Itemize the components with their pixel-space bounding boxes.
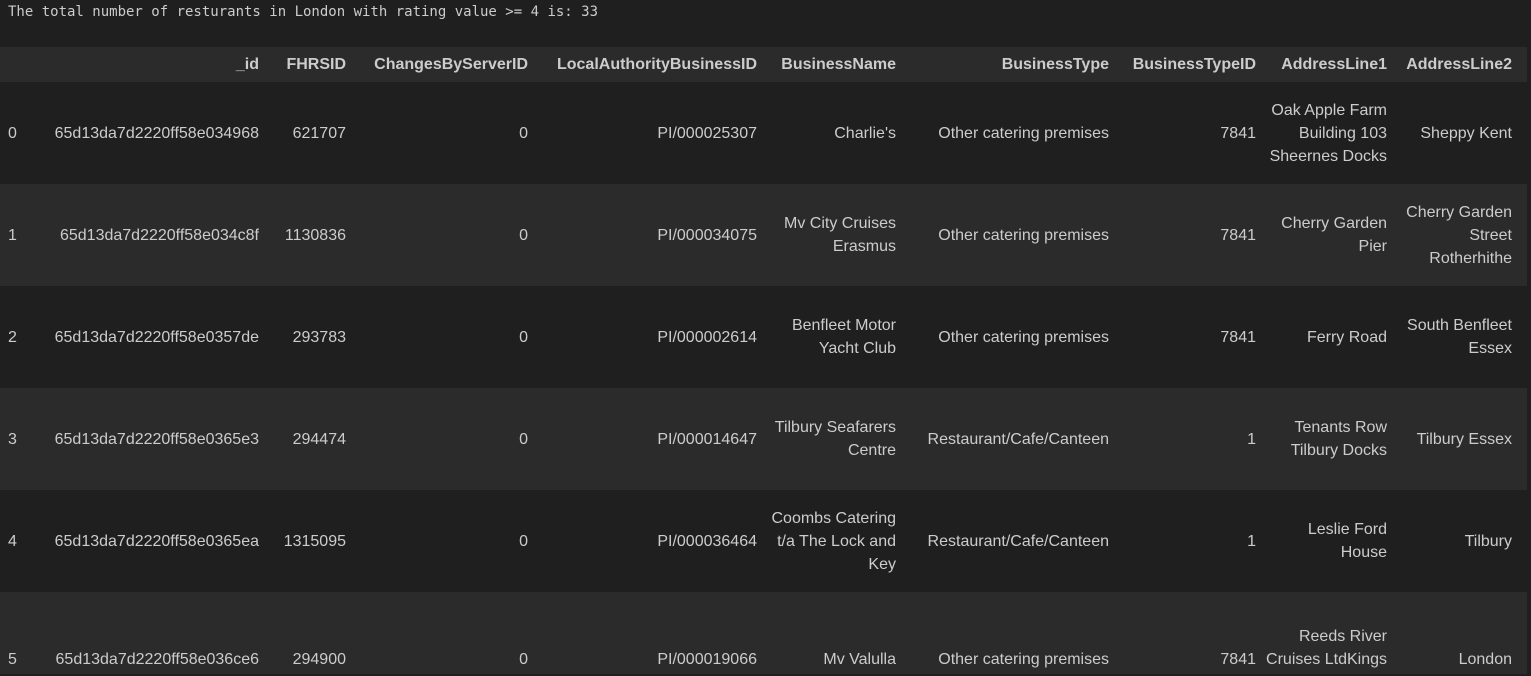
dataframe-output: _id FHRSID ChangesByServerID LocalAuthor…: [0, 47, 1531, 674]
cell-output: The total number of resturants in London…: [0, 0, 1531, 676]
cell-address-line-2: South Benfleet Essex: [1407, 317, 1512, 357]
cell-id: 65d13da7d2220ff58e034c8f: [59, 226, 259, 244]
cell-business-type-id: 7841: [1220, 124, 1256, 142]
cell-fhrsid: 294474: [292, 430, 346, 448]
cell-business-type: Other catering premises: [938, 328, 1109, 346]
cell-address-line-1: Ferry Road: [1306, 328, 1387, 346]
cell-id: 65d13da7d2220ff58e034968: [54, 124, 259, 142]
table-body: 0 65d13da7d2220ff58e034968 621707 0 PI/0…: [0, 82, 1527, 674]
cell-id: 65d13da7d2220ff58e036ce6: [55, 651, 259, 668]
cell-address-line-1: Reeds River Cruises LtdKings: [1266, 628, 1387, 668]
cell-fhrsid: 294900: [292, 651, 346, 668]
cell-business-name: Coombs Catering t/a The Lock and Key: [771, 509, 897, 573]
cell-business-name: Tilbury Seafarers Centre: [774, 419, 896, 459]
header-business-name: BusinessName: [781, 56, 896, 73]
table-row: 2 65d13da7d2220ff58e0357de 293783 0 PI/0…: [0, 286, 1527, 388]
cell-local-authority-business-id: PI/000014647: [657, 430, 757, 448]
cell-business-type: Other catering premises: [938, 124, 1109, 142]
cell-changes-by-server-id: 0: [519, 226, 528, 244]
cell-address-line-2: Tilbury Essex: [1416, 430, 1512, 448]
header-address-line-1: AddressLine1: [1281, 56, 1387, 73]
cell-local-authority-business-id: PI/000036464: [657, 532, 757, 550]
header-fhrsid: FHRSID: [286, 56, 346, 73]
cell-local-authority-business-id: PI/000019066: [657, 651, 757, 668]
row-index: 1: [8, 226, 17, 244]
header-address-line-2: AddressLine2: [1406, 56, 1512, 73]
cell-business-name: Benfleet Motor Yacht Club: [791, 317, 896, 357]
table-row: 5 65d13da7d2220ff58e036ce6 294900 0 PI/0…: [0, 592, 1527, 674]
cell-changes-by-server-id: 0: [519, 124, 528, 142]
header-business-type-id: BusinessTypeID: [1132, 56, 1256, 73]
cell-address-line-1: Oak Apple Farm Building 103 Sheernes Doc…: [1269, 101, 1387, 165]
header-index: [0, 47, 26, 82]
table-row: 1 65d13da7d2220ff58e034c8f 1130836 0 PI/…: [0, 184, 1527, 286]
cell-fhrsid: 1315095: [283, 532, 346, 550]
dataframe-table: _id FHRSID ChangesByServerID LocalAuthor…: [0, 47, 1527, 674]
cell-business-type: Other catering premises: [938, 651, 1109, 668]
cell-business-type-id: 1: [1247, 430, 1256, 448]
cell-changes-by-server-id: 0: [519, 532, 528, 550]
cell-fhrsid: 621707: [292, 124, 346, 142]
row-index: 4: [8, 532, 17, 550]
cell-business-type-id: 1: [1247, 532, 1256, 550]
table-row: 4 65d13da7d2220ff58e0365ea 1315095 0 PI/…: [0, 490, 1527, 592]
cell-address-line-1: Tenants Row Tilbury Docks: [1290, 419, 1387, 459]
stdout-text: The total number of resturants in London…: [8, 4, 599, 20]
cell-local-authority-business-id: PI/000002614: [657, 328, 757, 346]
cell-local-authority-business-id: PI/000034075: [657, 226, 757, 244]
table-row: 3 65d13da7d2220ff58e0365e3 294474 0 PI/0…: [0, 388, 1527, 490]
cell-fhrsid: 293783: [292, 328, 346, 346]
cell-address-line-1: Cherry Garden Pier: [1281, 215, 1387, 255]
cell-local-authority-business-id: PI/000025307: [657, 124, 757, 142]
row-index: 5: [8, 651, 17, 668]
cell-business-type: Restaurant/Cafe/Canteen: [927, 430, 1109, 448]
cell-address-line-1: Leslie Ford House: [1307, 521, 1387, 561]
header-row: _id FHRSID ChangesByServerID LocalAuthor…: [0, 47, 1527, 82]
table-header: _id FHRSID ChangesByServerID LocalAuthor…: [0, 47, 1527, 82]
cell-business-type-id: 7841: [1220, 226, 1256, 244]
cell-business-name: Mv Valulla: [823, 651, 896, 668]
cell-business-name: Charlie's: [834, 124, 896, 142]
cell-fhrsid: 1130836: [284, 226, 346, 244]
cell-changes-by-server-id: 0: [519, 328, 528, 346]
cell-business-type-id: 7841: [1220, 651, 1256, 668]
header-id: _id: [235, 56, 259, 73]
table-row: 0 65d13da7d2220ff58e034968 621707 0 PI/0…: [0, 82, 1527, 184]
cell-id: 65d13da7d2220ff58e0357de: [54, 328, 259, 346]
header-business-type: BusinessType: [1001, 56, 1109, 73]
cell-business-type: Restaurant/Cafe/Canteen: [927, 532, 1109, 550]
cell-address-line-2: Sheppy Kent: [1420, 124, 1512, 142]
cell-business-name: Mv City Cruises Erasmus: [783, 215, 896, 255]
cell-business-type-id: 7841: [1220, 328, 1256, 346]
row-index: 2: [8, 328, 17, 346]
cell-business-type: Other catering premises: [938, 226, 1109, 244]
cell-id: 65d13da7d2220ff58e0365ea: [54, 532, 259, 550]
header-changes-by-server-id: ChangesByServerID: [374, 56, 528, 73]
cell-changes-by-server-id: 0: [519, 430, 528, 448]
cell-address-line-2: Tilbury: [1464, 532, 1512, 550]
cell-address-line-2: London: [1458, 651, 1512, 668]
row-index: 0: [8, 124, 17, 142]
cell-changes-by-server-id: 0: [519, 651, 528, 668]
cell-id: 65d13da7d2220ff58e0365e3: [54, 430, 259, 448]
cell-address-line-2: Cherry Garden Street Rotherhithe: [1406, 203, 1512, 267]
header-local-authority-business-id: LocalAuthorityBusinessID: [556, 56, 757, 73]
row-index: 3: [8, 430, 17, 448]
